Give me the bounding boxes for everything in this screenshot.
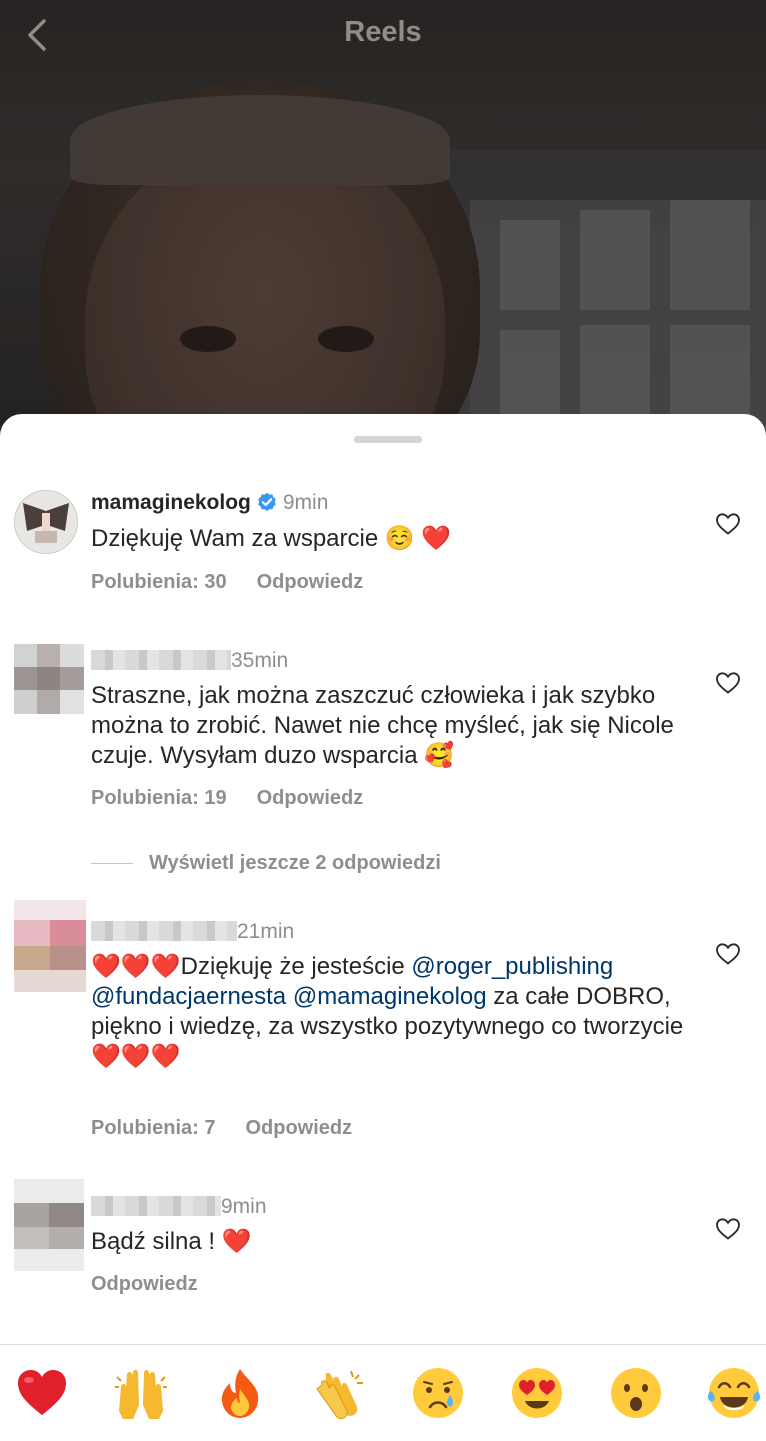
comment-time: 21min (237, 920, 295, 943)
heart-outline-icon[interactable] (715, 1217, 741, 1241)
reply-button[interactable]: Odpowiedz (257, 571, 364, 593)
avatar-pixel (50, 946, 86, 970)
comment-likes-count[interactable]: Polubienia: 19 (91, 787, 227, 809)
page-title: Reels (344, 16, 422, 48)
avatar-pixel (37, 667, 60, 690)
comment-username[interactable]: mamaginekolog (91, 491, 251, 514)
view-replies-label: Wyświetl jeszcze 2 odpowiedzi (149, 852, 441, 874)
heart-outline-icon[interactable] (715, 512, 741, 536)
red-heart-emoji-button[interactable] (14, 1365, 70, 1421)
clapping-hands-emoji-button[interactable] (311, 1365, 367, 1421)
reply-button[interactable]: Odpowiedz (245, 1117, 352, 1139)
comment-likes-count[interactable]: Polubienia: 7 (91, 1117, 215, 1139)
heart-eyes-emoji-button[interactable] (509, 1365, 565, 1421)
avatar[interactable] (14, 1179, 84, 1271)
mention-link[interactable]: @fundacjaernesta (91, 983, 286, 1010)
avatar-pixel (50, 920, 86, 946)
comment-time: 9min (221, 1195, 267, 1218)
heart-outline-icon[interactable] (715, 942, 741, 966)
avatar-pixel (14, 1227, 49, 1249)
comments-sheet: mamaginekolog 9min Dziękuję Wam za wspar… (0, 414, 766, 1441)
avatar-pixel (49, 1203, 84, 1227)
reply-button[interactable]: Odpowiedz (91, 1273, 198, 1295)
comment-username-blurred[interactable] (91, 1196, 221, 1216)
reply-button[interactable]: Odpowiedz (257, 787, 364, 809)
comment-username-blurred[interactable] (91, 921, 237, 941)
comment-username-blurred[interactable] (91, 650, 231, 670)
profile-photo-icon (15, 491, 77, 553)
heart-outline-icon[interactable] (715, 671, 741, 695)
comment-likes-count[interactable]: Polubienia: 30 (91, 571, 227, 593)
sheet-grabber-handle[interactable] (354, 436, 422, 443)
mention-link[interactable]: @mamaginekolog (293, 983, 487, 1010)
raising-hands-emoji-button[interactable] (113, 1365, 169, 1421)
top-bar: Reels (0, 0, 766, 70)
avatar-pixel (37, 644, 60, 667)
avatar-pixel (60, 690, 84, 714)
avatar[interactable] (14, 490, 78, 554)
replies-divider-line (91, 863, 133, 865)
comment-header: 21min (91, 920, 294, 944)
comment-actions: Polubienia: 7 Odpowiedz (91, 1117, 352, 1140)
avatar-pixel (14, 1203, 49, 1227)
avatar-pixel (60, 667, 84, 690)
comment-header: mamaginekolog 9min (91, 491, 328, 515)
avatar-pixel (14, 690, 37, 714)
comment-text-start: ❤️❤️❤️Dziękuję że jesteście (91, 953, 405, 980)
avatar[interactable] (14, 644, 84, 714)
avatar-pixel (60, 644, 84, 667)
fire-emoji-button[interactable] (212, 1365, 268, 1421)
avatar-pixel (14, 946, 50, 970)
comment-text: Dziękuję Wam za wsparcie ☺️ ❤️ (91, 525, 452, 552)
comment-actions: Polubienia: 30 Odpowiedz (91, 571, 363, 594)
avatar-pixel (37, 690, 60, 714)
avatar-pixel (49, 1227, 84, 1249)
comment-text: ❤️❤️❤️Dziękuję że jesteście @roger_publi… (91, 952, 701, 1072)
comment-text: Straszne, jak można zaszczuć człowieka i… (91, 682, 674, 769)
comment-text: Bądź silna ! ❤️ (91, 1228, 252, 1255)
avatar-pixel (14, 970, 86, 992)
comment-header: 9min (91, 1195, 267, 1219)
comment-actions: Polubienia: 19 Odpowiedz (91, 787, 363, 810)
tears-of-joy-emoji-button[interactable] (706, 1365, 762, 1421)
surprised-face-emoji-button[interactable] (608, 1365, 664, 1421)
avatar[interactable] (14, 900, 86, 992)
mention-link[interactable]: @roger_publishing (411, 953, 613, 980)
comment-header: 35min (91, 649, 288, 673)
emoji-reaction-bar (0, 1344, 766, 1441)
comment-actions: Odpowiedz (91, 1273, 198, 1296)
verified-badge-icon (258, 492, 276, 511)
comment-time: 35min (231, 649, 289, 672)
crying-face-emoji-button[interactable] (410, 1365, 466, 1421)
avatar-pixel (14, 667, 37, 690)
view-more-replies-button[interactable]: Wyświetl jeszcze 2 odpowiedzi (91, 852, 441, 875)
avatar-pixel (14, 920, 50, 946)
comment-time: 9min (282, 491, 329, 514)
avatar-pixel (14, 644, 37, 667)
